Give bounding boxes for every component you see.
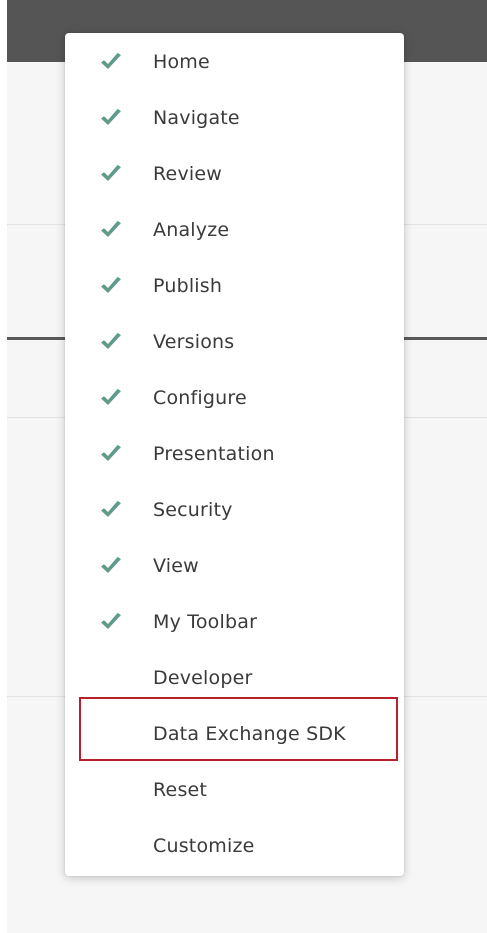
menu-item-developer[interactable]: Developer xyxy=(65,650,404,706)
menu-item-analyze[interactable]: Analyze xyxy=(65,202,404,258)
menu-item-label: Review xyxy=(153,163,222,185)
menu-item-reset[interactable]: Reset xyxy=(65,762,404,818)
checkmark-icon xyxy=(101,53,121,69)
checkmark-icon xyxy=(101,333,121,349)
menu-item-label: Security xyxy=(153,499,233,521)
checkmark-icon xyxy=(101,501,121,517)
menu-item-security[interactable]: Security xyxy=(65,482,404,538)
menu-item-label: Analyze xyxy=(153,219,230,241)
checkmark-icon xyxy=(101,277,121,293)
menu-item-label: Publish xyxy=(153,275,223,297)
app-screen: Home Navigate Review Analyze Publish Ver… xyxy=(0,0,487,933)
menu-item-label: Versions xyxy=(153,331,235,353)
menu-item-home[interactable]: Home xyxy=(65,34,404,90)
toolbar-tabs-dropdown-menu: Home Navigate Review Analyze Publish Ver… xyxy=(65,33,404,876)
menu-item-label: Configure xyxy=(153,387,247,409)
checkmark-icon xyxy=(101,557,121,573)
menu-item-presentation[interactable]: Presentation xyxy=(65,426,404,482)
menu-item-navigate[interactable]: Navigate xyxy=(65,90,404,146)
menu-item-publish[interactable]: Publish xyxy=(65,258,404,314)
menu-item-label: Navigate xyxy=(153,107,240,129)
menu-item-my-toolbar[interactable]: My Toolbar xyxy=(65,594,404,650)
menu-item-label: My Toolbar xyxy=(153,611,258,633)
menu-item-label: Data Exchange SDK xyxy=(153,723,346,745)
checkmark-icon xyxy=(101,109,121,125)
menu-item-view[interactable]: View xyxy=(65,538,404,594)
checkmark-icon xyxy=(101,445,121,461)
menu-item-label: View xyxy=(153,555,199,577)
checkmark-icon xyxy=(101,221,121,237)
menu-item-label: Reset xyxy=(153,779,208,801)
menu-item-customize[interactable]: Customize xyxy=(65,818,404,874)
menu-item-label: Presentation xyxy=(153,443,275,465)
menu-item-configure[interactable]: Configure xyxy=(65,370,404,426)
menu-item-label: Home xyxy=(153,51,210,73)
menu-item-data-exchange-sdk[interactable]: Data Exchange SDK xyxy=(65,706,404,762)
menu-item-label: Developer xyxy=(153,667,253,689)
menu-item-review[interactable]: Review xyxy=(65,146,404,202)
checkmark-icon xyxy=(101,165,121,181)
menu-item-versions[interactable]: Versions xyxy=(65,314,404,370)
menu-item-label: Customize xyxy=(153,835,255,857)
checkmark-icon xyxy=(101,389,121,405)
checkmark-icon xyxy=(101,613,121,629)
